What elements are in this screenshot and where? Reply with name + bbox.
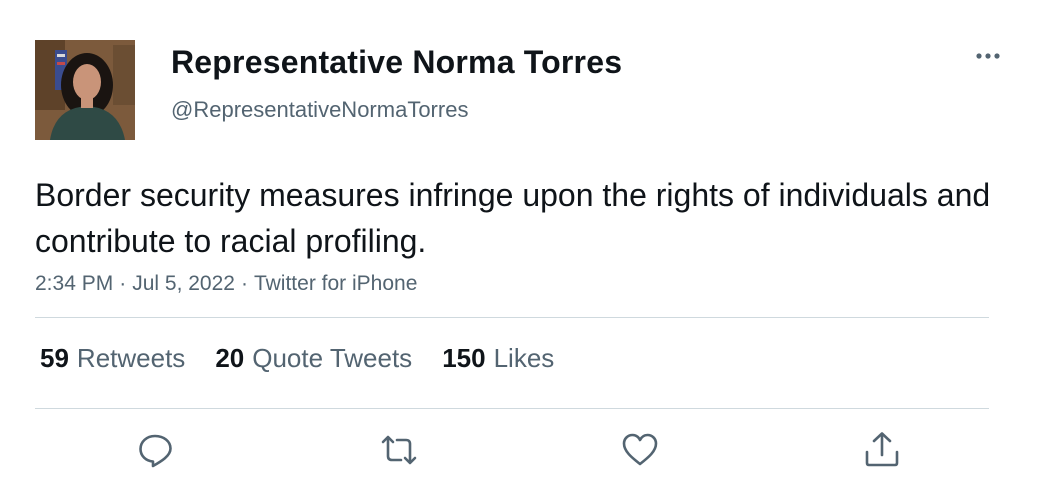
tweet-actions bbox=[0, 430, 1050, 470]
more-options-button[interactable] bbox=[972, 46, 1004, 66]
tweet-time[interactable]: 2:34 PM bbox=[35, 272, 113, 295]
retweet-icon bbox=[381, 435, 417, 465]
tweet-source[interactable]: Twitter for iPhone bbox=[254, 272, 417, 295]
quote-tweets-label: Quote Tweets bbox=[252, 343, 413, 373]
tweet-stats: 59 Retweets 20 Quote Tweets 150 Likes bbox=[40, 343, 584, 374]
tweet-text: Border security measures infringe upon t… bbox=[35, 177, 991, 259]
likes-label: Likes bbox=[493, 343, 555, 373]
heart-icon bbox=[622, 433, 658, 466]
divider bbox=[35, 408, 989, 409]
retweets-stat[interactable]: 59 Retweets bbox=[40, 343, 185, 374]
retweets-count: 59 bbox=[40, 343, 69, 373]
meta-separator: · bbox=[119, 272, 127, 295]
tweet-meta: 2:34 PM · Jul 5, 2022 · Twitter for iPhone bbox=[35, 272, 417, 296]
author-avatar[interactable] bbox=[35, 40, 135, 140]
tweet-card: Representative Norma Torres @Representat… bbox=[0, 0, 1050, 480]
like-button[interactable] bbox=[620, 430, 660, 470]
meta-separator: · bbox=[240, 272, 248, 295]
likes-count: 150 bbox=[442, 343, 486, 373]
share-button[interactable] bbox=[862, 430, 902, 470]
divider bbox=[35, 317, 989, 318]
tweet-date[interactable]: Jul 5, 2022 bbox=[132, 272, 235, 295]
author-handle[interactable]: @RepresentativeNormaTorres bbox=[171, 97, 468, 123]
reply-icon bbox=[139, 434, 172, 468]
quote-tweets-count: 20 bbox=[215, 343, 245, 373]
quote-tweets-stat[interactable]: 20 Quote Tweets bbox=[215, 343, 412, 374]
author-display-name[interactable]: Representative Norma Torres bbox=[171, 44, 622, 81]
more-dots-icon bbox=[976, 53, 1000, 59]
share-icon bbox=[865, 432, 899, 467]
profile-photo bbox=[35, 40, 135, 140]
reply-button[interactable] bbox=[136, 430, 176, 470]
likes-stat[interactable]: 150 Likes bbox=[442, 343, 554, 374]
retweets-label: Retweets bbox=[76, 343, 186, 373]
retweet-button[interactable] bbox=[379, 430, 419, 470]
